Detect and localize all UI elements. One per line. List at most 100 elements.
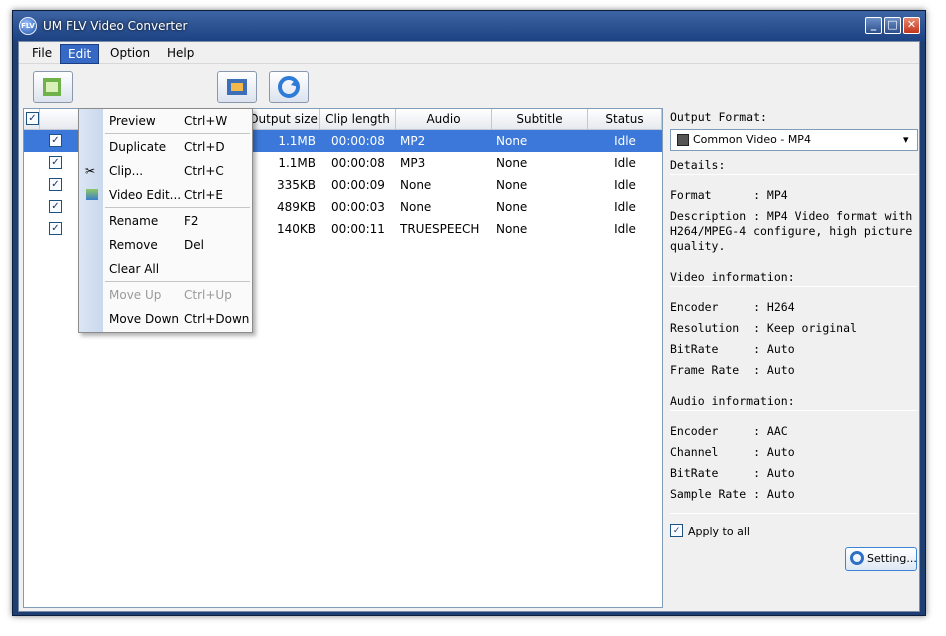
select-all-checkbox[interactable]: ✓: [26, 112, 39, 125]
audio-line: Channel : Auto: [670, 445, 795, 459]
cell-size: 140KB: [276, 222, 316, 236]
audio-line: Encoder : AAC: [670, 424, 788, 438]
menu-item-rename[interactable]: Rename F2: [79, 209, 252, 233]
menu-item-shortcut: F2: [184, 214, 199, 228]
output-format-select[interactable]: Common Video - MP4 ▾: [670, 129, 918, 151]
menu-separator: [105, 133, 250, 134]
film-format-icon: [677, 134, 689, 146]
divider: [670, 410, 917, 411]
menu-item-label: Preview: [109, 114, 156, 128]
cell-subtitle: None: [496, 134, 528, 148]
menu-item-move-down[interactable]: Move Down Ctrl+Down: [79, 307, 252, 331]
video-line: Resolution : Keep original: [670, 321, 857, 335]
divider: [670, 513, 917, 514]
menu-item-shortcut: Ctrl+Down: [184, 312, 250, 326]
cell-subtitle: None: [496, 178, 528, 192]
cell-length: 00:00:11: [331, 222, 385, 236]
cell-subtitle: None: [496, 200, 528, 214]
menu-item-preview[interactable]: Preview Ctrl+W: [79, 109, 252, 133]
audio-info-label: Audio information:: [670, 394, 795, 408]
description-line: Description : MP4 Video format with: [670, 209, 913, 223]
apply-to-all-checkbox[interactable]: ✓: [670, 524, 683, 537]
row-checkbox[interactable]: ✓: [49, 178, 62, 191]
row-checkbox[interactable]: ✓: [49, 200, 62, 213]
header-select-all[interactable]: ✓: [24, 109, 40, 130]
menu-separator: [105, 281, 250, 282]
video-line: Frame Rate : Auto: [670, 363, 795, 377]
menu-edit[interactable]: Edit: [60, 44, 100, 64]
menu-file[interactable]: File: [25, 44, 59, 64]
menu-item-video-edit[interactable]: Video Edit... Ctrl+E: [79, 183, 252, 207]
divider: [670, 286, 917, 287]
video-edit-icon: [86, 189, 98, 200]
scissors-icon: ✂: [85, 164, 96, 178]
menu-separator: [105, 207, 250, 208]
edit-menu-dropdown: Preview Ctrl+W Duplicate Ctrl+D ✂ Clip..…: [78, 108, 253, 333]
convert-button[interactable]: [269, 71, 309, 103]
cell-length: 00:00:08: [331, 156, 385, 170]
header-clip-length[interactable]: Clip length: [320, 109, 396, 130]
minimize-button[interactable]: _: [865, 17, 882, 34]
audio-line: BitRate : Auto: [670, 466, 795, 480]
client-area: File Edit Option Help ✓ Output size Clip…: [18, 41, 920, 612]
cell-length: 00:00:09: [331, 178, 385, 192]
film-button[interactable]: [217, 71, 257, 103]
app-window: FLV UM FLV Video Converter _ □ ✕ File Ed…: [12, 10, 926, 616]
title-bar[interactable]: FLV UM FLV Video Converter _ □ ✕: [13, 11, 925, 41]
row-checkbox[interactable]: ✓: [49, 134, 62, 147]
menu-item-label: Remove: [109, 238, 158, 252]
header-output-size[interactable]: Output size: [248, 109, 320, 130]
cell-subtitle: None: [496, 156, 528, 170]
add-file-icon: [43, 78, 61, 96]
header-status[interactable]: Status: [588, 109, 662, 130]
menu-item-duplicate[interactable]: Duplicate Ctrl+D: [79, 135, 252, 159]
chevron-down-icon[interactable]: ▾: [903, 130, 909, 150]
maximize-button[interactable]: □: [884, 17, 901, 34]
cell-size: 335KB: [276, 178, 316, 192]
row-checkbox[interactable]: ✓: [49, 222, 62, 235]
menu-item-shortcut: Ctrl+Up: [184, 288, 232, 302]
app-logo-icon: FLV: [19, 17, 37, 35]
menu-item-label: Duplicate: [109, 140, 167, 154]
apply-to-all-label: Apply to all: [688, 525, 750, 538]
setting-button-label: Setting...: [867, 552, 917, 565]
output-format-label: Output Format:: [670, 110, 767, 124]
cell-status: Idle: [614, 178, 636, 192]
menu-item-label: Video Edit...: [109, 188, 182, 202]
toolbar: [19, 65, 919, 105]
cell-audio: MP3: [400, 156, 426, 170]
menu-item-label: Move Up: [109, 288, 162, 302]
menu-item-clear-all[interactable]: Clear All: [79, 257, 252, 281]
menu-item-label: Move Down: [109, 312, 179, 326]
description-line: H264/MPEG-4 configure, high picture: [670, 224, 913, 238]
divider: [670, 174, 917, 175]
close-button[interactable]: ✕: [903, 17, 920, 34]
convert-icon: [278, 76, 300, 98]
cell-audio: MP2: [400, 134, 426, 148]
details-label: Details:: [670, 158, 726, 172]
format-line: Format : MP4: [670, 188, 788, 202]
cell-audio: TRUESPEECH: [400, 222, 480, 236]
menu-item-clip[interactable]: ✂ Clip... Ctrl+C: [79, 159, 252, 183]
menu-help[interactable]: Help: [160, 44, 201, 64]
cell-status: Idle: [614, 200, 636, 214]
add-file-button[interactable]: [33, 71, 73, 103]
film-icon: [227, 79, 247, 95]
video-info-label: Video information:: [670, 270, 795, 284]
menu-item-remove[interactable]: Remove Del: [79, 233, 252, 257]
menu-item-shortcut: Ctrl+E: [184, 188, 223, 202]
menu-item-move-up[interactable]: Move Up Ctrl+Up: [79, 283, 252, 307]
cell-subtitle: None: [496, 222, 528, 236]
cell-size: 489KB: [276, 200, 316, 214]
video-line: Encoder : H264: [670, 300, 795, 314]
setting-button[interactable]: Setting...: [845, 547, 917, 571]
cell-status: Idle: [614, 156, 636, 170]
menu-item-label: Rename: [109, 214, 159, 228]
menu-item-shortcut: Ctrl+C: [184, 164, 224, 178]
row-checkbox[interactable]: ✓: [49, 156, 62, 169]
menu-item-label: Clip...: [109, 164, 144, 178]
menu-option[interactable]: Option: [103, 44, 157, 64]
header-audio[interactable]: Audio: [396, 109, 492, 130]
header-subtitle[interactable]: Subtitle: [492, 109, 588, 130]
cell-status: Idle: [614, 134, 636, 148]
